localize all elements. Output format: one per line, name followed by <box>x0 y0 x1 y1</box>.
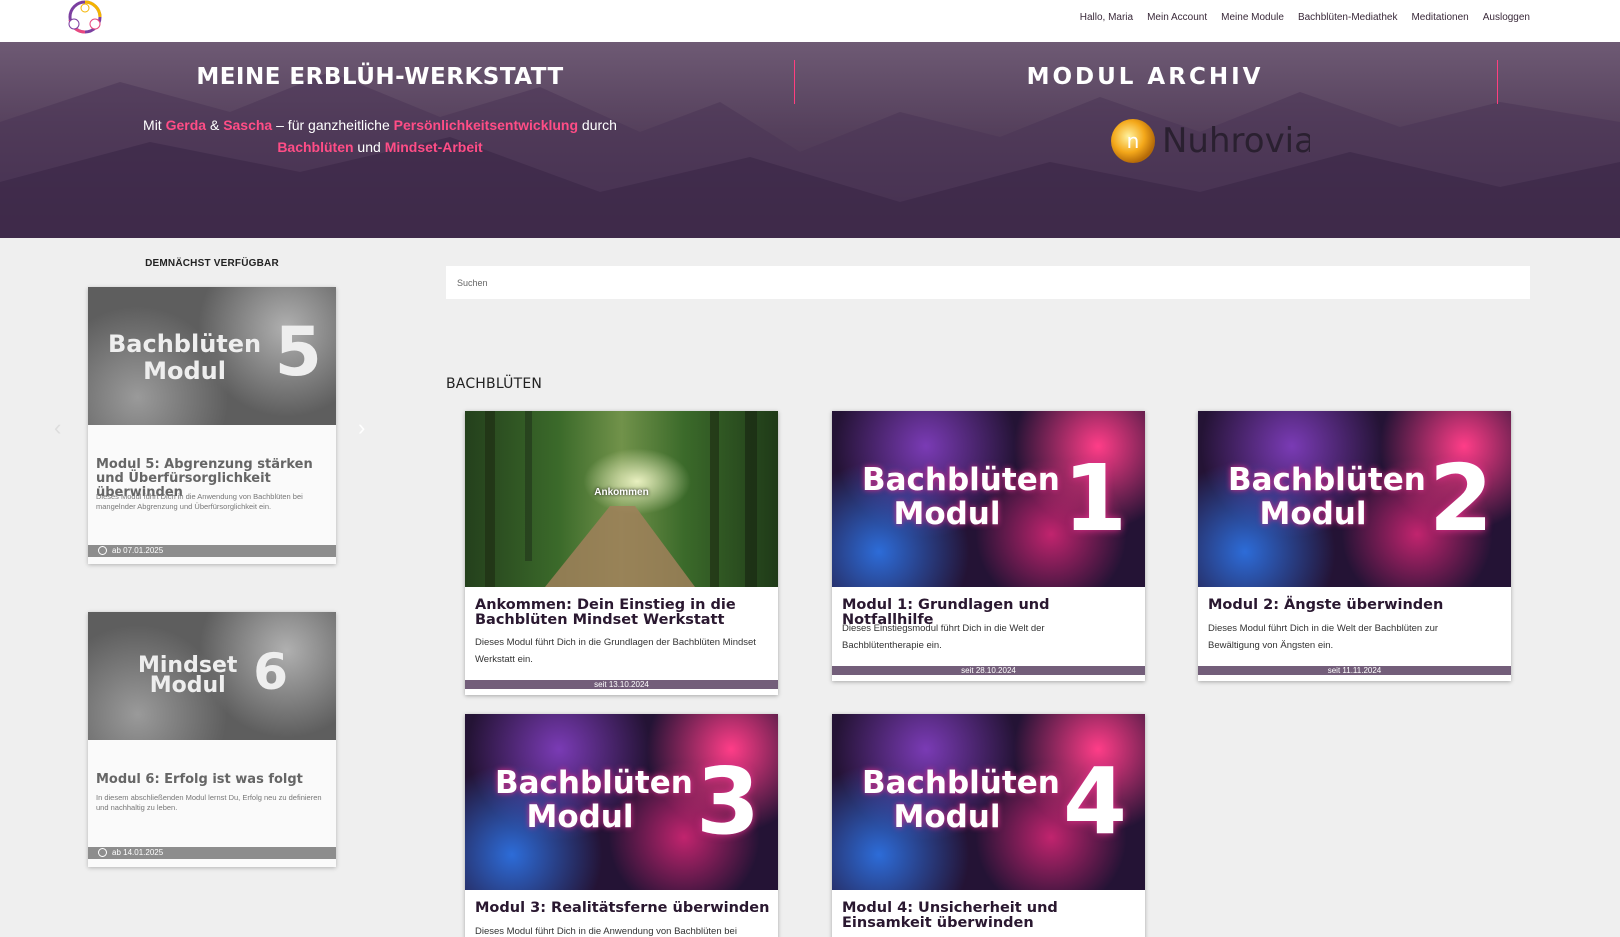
module-thumbnail: Mindset Modul 6 <box>88 612 336 740</box>
module-description: In diesem abschließenden Modul lernst Du… <box>96 793 322 812</box>
thumbnail-number: 6 <box>253 643 288 701</box>
nav-greeting[interactable]: Hallo, Maria <box>1080 12 1133 23</box>
archive-title: MODUL ARCHIV <box>1026 64 1264 90</box>
chevron-right-icon[interactable]: › <box>358 415 365 441</box>
module-card[interactable]: Bachblüten Modul 4 Modul 4: Unsicherheit… <box>832 714 1145 937</box>
thumbnail-label-line: Modul <box>893 799 1001 835</box>
thumbnail-label-line: Bachblüten <box>495 765 693 801</box>
clock-icon <box>98 848 107 857</box>
module-thumbnail: Bachblüten Modul 1 <box>832 411 1145 587</box>
thumbnail-label: Ankommen <box>594 487 649 498</box>
nav-my-account[interactable]: Mein Account <box>1147 12 1207 23</box>
module-thumbnail: Bachblüten Modul 2 <box>1198 411 1511 587</box>
thumbnail-label: Bachblüten Modul <box>1228 462 1426 532</box>
top-navigation-bar: Hallo, Maria Mein Account Meine Module B… <box>0 0 1620 42</box>
hero-subtitle: Mit Gerda & Sascha – für ganzheitliche P… <box>110 114 650 158</box>
thumbnail-label: Bachblüten Modul <box>862 765 1060 835</box>
thumbnail-label-line: Modul <box>526 799 634 835</box>
hero-banner: MEINE ERBLÜH-WERKSTATT Mit Gerda & Sasch… <box>0 42 1620 238</box>
hero-text: Mit <box>143 117 166 133</box>
module-card[interactable]: Bachblüten Modul 2 Modul 2: Ängste überw… <box>1198 411 1511 681</box>
thumbnail-label-line: Modul <box>893 496 1001 532</box>
thumbnail-label-line: Bachblüten <box>862 462 1060 498</box>
module-thumbnail: Ankommen <box>465 411 778 587</box>
nav-my-modules[interactable]: Meine Module <box>1221 12 1284 23</box>
availability-date: ab 07.01.2025 <box>112 546 164 555</box>
clock-icon <box>98 546 107 555</box>
hero-highlight: Mindset-Arbeit <box>384 139 483 155</box>
availability-date: ab 14.01.2025 <box>112 848 164 857</box>
thumbnail-label: Bachblüten Modul <box>495 765 693 835</box>
thumbnail-label-line: Modul <box>1259 496 1367 532</box>
nuhrovia-logo: n Nuhrovia <box>1111 119 1310 163</box>
module-card[interactable]: Bachblüten Modul 3 Modul 3: Realitätsfer… <box>465 714 778 937</box>
date-bar: seit 28.10.2024 <box>832 666 1145 675</box>
hero-text: und <box>353 139 385 155</box>
module-title: Modul 3: Realitätsferne überwinden <box>475 900 770 916</box>
hero-text: & <box>206 117 224 133</box>
module-description: Dieses Einstiegsmodul führt Dich in die … <box>842 623 1045 651</box>
nav-meditations[interactable]: Meditationen <box>1411 12 1468 23</box>
thumbnail-label-line: Modul <box>149 673 226 698</box>
module-title: Ankommen: Dein Einstieg in die Bachblüte… <box>475 597 736 628</box>
hero-name-gerda: Gerda <box>165 117 207 133</box>
main-menu: Hallo, Maria Mein Account Meine Module B… <box>1080 12 1530 23</box>
chevron-left-icon[interactable]: ‹ <box>54 415 61 441</box>
module-title: Modul 2: Ängste überwinden <box>1208 597 1444 613</box>
site-logo[interactable] <box>60 0 110 38</box>
date-bar: seit 13.10.2024 <box>465 680 778 689</box>
module-thumbnail: Bachblüten Modul 3 <box>465 714 778 890</box>
thumbnail-label-line: Bachblüten <box>108 330 262 358</box>
module-title: Modul 4: Unsicherheit und Einsamkeit übe… <box>842 900 1058 931</box>
module-thumbnail: Bachblüten Modul 4 <box>832 714 1145 890</box>
thumbnail-label: Mindset Modul <box>138 655 237 698</box>
module-description: Dieses Modul führt Dich in die Grundlage… <box>475 637 756 665</box>
hero-highlight: Persönlichkeitsentwicklung <box>393 117 579 133</box>
availability-bar: ab 07.01.2025 <box>88 545 336 557</box>
section-heading: BACHBLÜTEN <box>446 376 543 392</box>
nav-bachblueten-mediathek[interactable]: Bachblüten-Mediathek <box>1298 12 1398 23</box>
thumbnail-number: 4 <box>1062 748 1127 855</box>
nav-logout[interactable]: Ausloggen <box>1483 12 1530 23</box>
thumbnail-number: 5 <box>274 313 322 392</box>
date-bar: seit 11.11.2024 <box>1198 666 1511 675</box>
thumbnail-number: 2 <box>1428 445 1493 552</box>
hero-name-sascha: Sascha <box>223 117 273 133</box>
brand-name: Nuhrovia <box>1162 121 1310 161</box>
module-card[interactable]: Ankommen Ankommen: Dein Einstieg in die … <box>465 411 778 695</box>
module-title: Modul 6: Erfolg ist was folgt <box>96 772 303 787</box>
thumbnail-label: Bachblüten Modul <box>862 462 1060 532</box>
hero-title: MEINE ERBLÜH-WERKSTATT <box>196 64 564 90</box>
hero-highlight: Bachblüten <box>277 139 354 155</box>
thumbnail-label-line: Modul <box>143 357 226 385</box>
thumbnail-label: Bachblüten Modul <box>108 331 261 385</box>
hero-text: durch <box>578 117 617 133</box>
hero-divider <box>1497 60 1498 104</box>
module-description: Dieses Modul führt Dich in die Anwendung… <box>96 492 303 511</box>
module-thumbnail: Bachblüten Modul 5 <box>88 287 336 425</box>
thumbnail-label-line: Bachblüten <box>862 765 1060 801</box>
availability-bar: ab 14.01.2025 <box>88 847 336 859</box>
brand-letter: n <box>1127 129 1140 153</box>
thumbnail-label-line: Bachblüten <box>1228 462 1426 498</box>
forest-path-illustration <box>485 411 757 587</box>
search-input[interactable] <box>446 266 1530 299</box>
thumbnail-number: 1 <box>1062 445 1127 552</box>
module-description: Dieses Modul führt Dich in die Anwendung… <box>475 926 737 937</box>
module-card[interactable]: Bachblüten Modul 1 Modul 1: Grundlagen u… <box>832 411 1145 681</box>
module-description: Dieses Modul führt Dich in die Welt der … <box>1208 623 1439 651</box>
thumbnail-number: 3 <box>695 748 760 855</box>
upcoming-module-card[interactable]: Bachblüten Modul 5 Modul 5: Abgrenzung s… <box>88 287 336 564</box>
hero-text: – für ganzheitliche <box>272 117 394 133</box>
upcoming-module-card[interactable]: Mindset Modul 6 Modul 6: Erfolg ist was … <box>88 612 336 867</box>
coming-soon-heading: DEMNÄCHST VERFÜGBAR <box>145 258 279 269</box>
